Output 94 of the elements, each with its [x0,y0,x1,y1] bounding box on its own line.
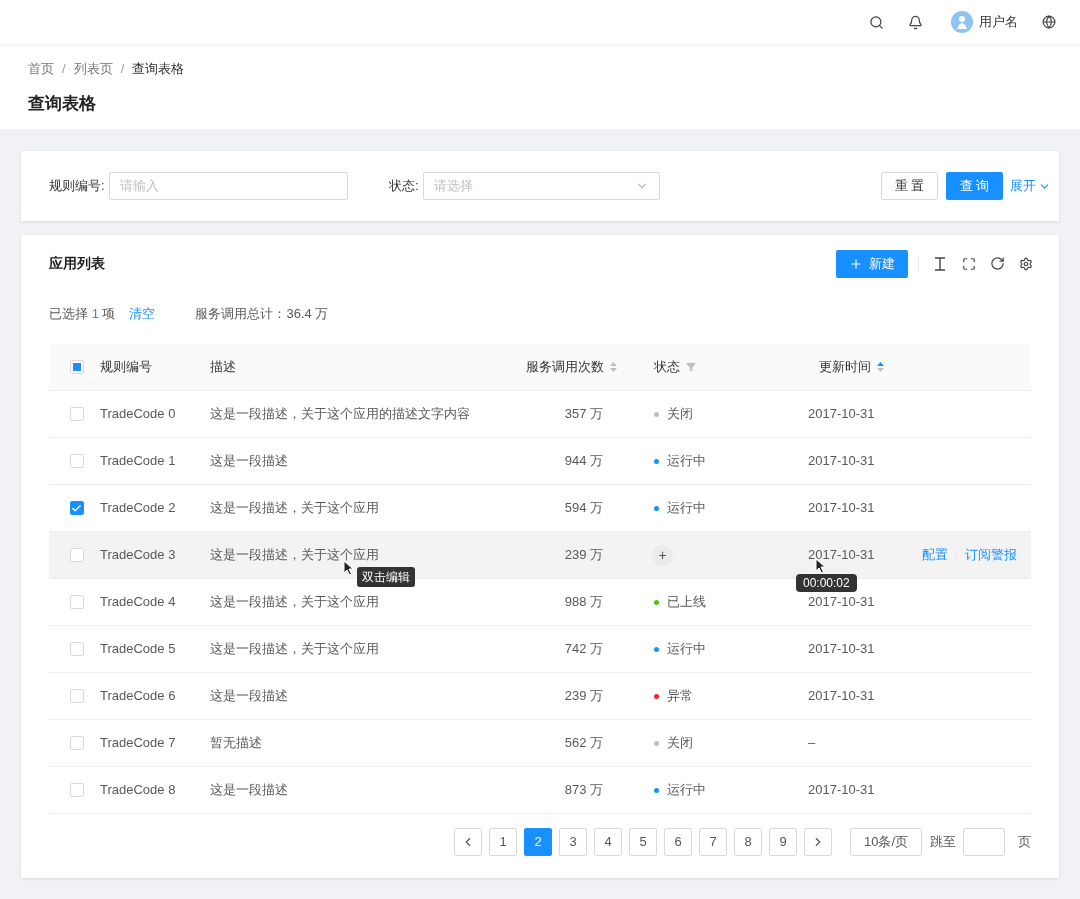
table-cell: 2017-10-31 [808,547,875,563]
add-button[interactable]: + [652,544,673,566]
table-cell: 这是一段描述，关于这个应用 [210,500,379,516]
field-label: 规则编号: [49,177,105,196]
page-size-select[interactable]: 10条/页 [850,828,922,856]
table-cell-text: 已上线 [667,593,706,612]
tooltip: 双击编辑 [357,567,415,588]
table-cell: 2017-10-31 [808,688,875,704]
page-button[interactable]: 1 [489,828,517,856]
settings-icon[interactable] [1019,256,1033,271]
table-cell: 2017-10-31 [808,453,875,469]
table-cell: 这是一段描述，关于这个应用 [210,641,379,657]
table-cell-text: 运行中 [667,499,706,518]
page-button[interactable]: 8 [734,828,762,856]
row-checkbox[interactable] [69,501,84,515]
page-button[interactable]: 4 [594,828,622,856]
page-suffix: 页 [1018,833,1031,852]
column-header: 规则编号 [100,358,152,377]
table-cell: 这是一段描述，关于这个应用的描述文字内容 [210,406,470,422]
page-button[interactable]: 7 [699,828,727,856]
sort-icon [877,362,884,372]
page-title: 查询表格 [28,92,97,115]
text-height-icon[interactable] [934,256,946,271]
table-cell-text: 运行中 [667,781,706,800]
breadcrumb-separator: / [62,60,66,78]
table-cell: – [808,735,816,751]
tooltip: 00:00:02 [796,574,857,593]
table-cell: 239 万 [564,547,603,563]
table-cell: TradeCode 2 [100,500,176,516]
avatar-icon[interactable] [951,11,973,33]
table-cell: TradeCode 7 [100,735,176,751]
table-cell: TradeCode 0 [100,406,176,422]
fullscreen-icon[interactable] [962,256,976,271]
table-cell: 这是一段描述 [210,782,288,798]
breadcrumb-separator: / [120,60,125,78]
jump-label: 跳至 [930,833,956,852]
table-cell: 357 万 [564,406,603,422]
page-button[interactable]: 9 [769,828,797,856]
page-button[interactable]: 3 [559,828,587,856]
table-cell: TradeCode 6 [100,688,176,704]
column-header: 服务调用次数 [526,358,604,377]
filter-icon[interactable] [686,362,696,372]
previous-page-button[interactable] [454,828,482,856]
plus-icon [849,256,863,271]
table-cell-text: 关闭 [667,734,693,753]
table-cell-text: 异常 [667,687,693,706]
table-cell: 2017-10-31 [808,782,875,798]
column-header: 状态 [654,358,680,377]
column-header: 更新时间 [819,358,871,377]
breadcrumb-item[interactable]: 列表页 [73,59,113,79]
total-calls: 服务调用总计：36.4 万 [195,305,329,324]
breadcrumb-item: 查询表格 [132,60,185,78]
breadcrumb-item[interactable]: 首页 [28,59,54,79]
selection-count: 已选择 1 项 [49,305,116,324]
table-cell-text: 关闭 [667,405,693,424]
column-header: 描述 [210,358,236,377]
user-name[interactable]: 用户名 [979,12,1018,32]
field-label: 状态: [389,177,419,196]
table-cell: 这是一段描述 [210,453,288,469]
table-cell: 873 万 [564,782,603,798]
table-cell: TradeCode 3 [100,547,176,563]
table-cell-text: 运行中 [667,640,706,659]
table-cell: 2017-10-31 [808,500,875,516]
page-button[interactable]: 5 [629,828,657,856]
table-cell: 2017-10-31 [808,406,875,422]
cursor-icon [815,558,826,575]
table-cell: 这是一段描述 [210,688,288,704]
table-cell: TradeCode 1 [100,453,176,469]
table-cell: 742 万 [564,641,603,657]
sort-icon [610,362,617,372]
table-cell: 这是一段描述，关于这个应用 [210,594,379,610]
table-cell: 944 万 [564,453,603,469]
next-page-button[interactable] [804,828,832,856]
table-cell: 562 万 [564,735,603,751]
table-cell: 2017-10-31 [808,641,875,657]
table-cell: 239 万 [564,688,603,704]
bell-icon[interactable] [908,14,923,30]
jump-page-input[interactable] [963,828,1005,856]
table-cell: 594 万 [564,500,603,516]
search-icon[interactable] [869,14,884,30]
reload-icon[interactable] [990,256,1005,271]
table-cell-text: 运行中 [667,452,706,471]
reset-button[interactable]: 重 置 [881,172,938,200]
table-cell: TradeCode 4 [100,594,176,610]
header-checkbox[interactable] [69,360,84,374]
table-cell: 这是一段描述，关于这个应用 [210,547,379,563]
table-cell: TradeCode 8 [100,782,176,798]
page-button[interactable]: 6 [664,828,692,856]
card-title: 应用列表 [49,254,105,273]
table-cell: 2017-10-31 [808,594,875,610]
table-cell: TradeCode 5 [100,641,176,657]
table-cell: 988 万 [564,594,603,610]
globe-icon[interactable] [1042,15,1056,29]
table-cell: 暂无描述 [210,735,262,751]
